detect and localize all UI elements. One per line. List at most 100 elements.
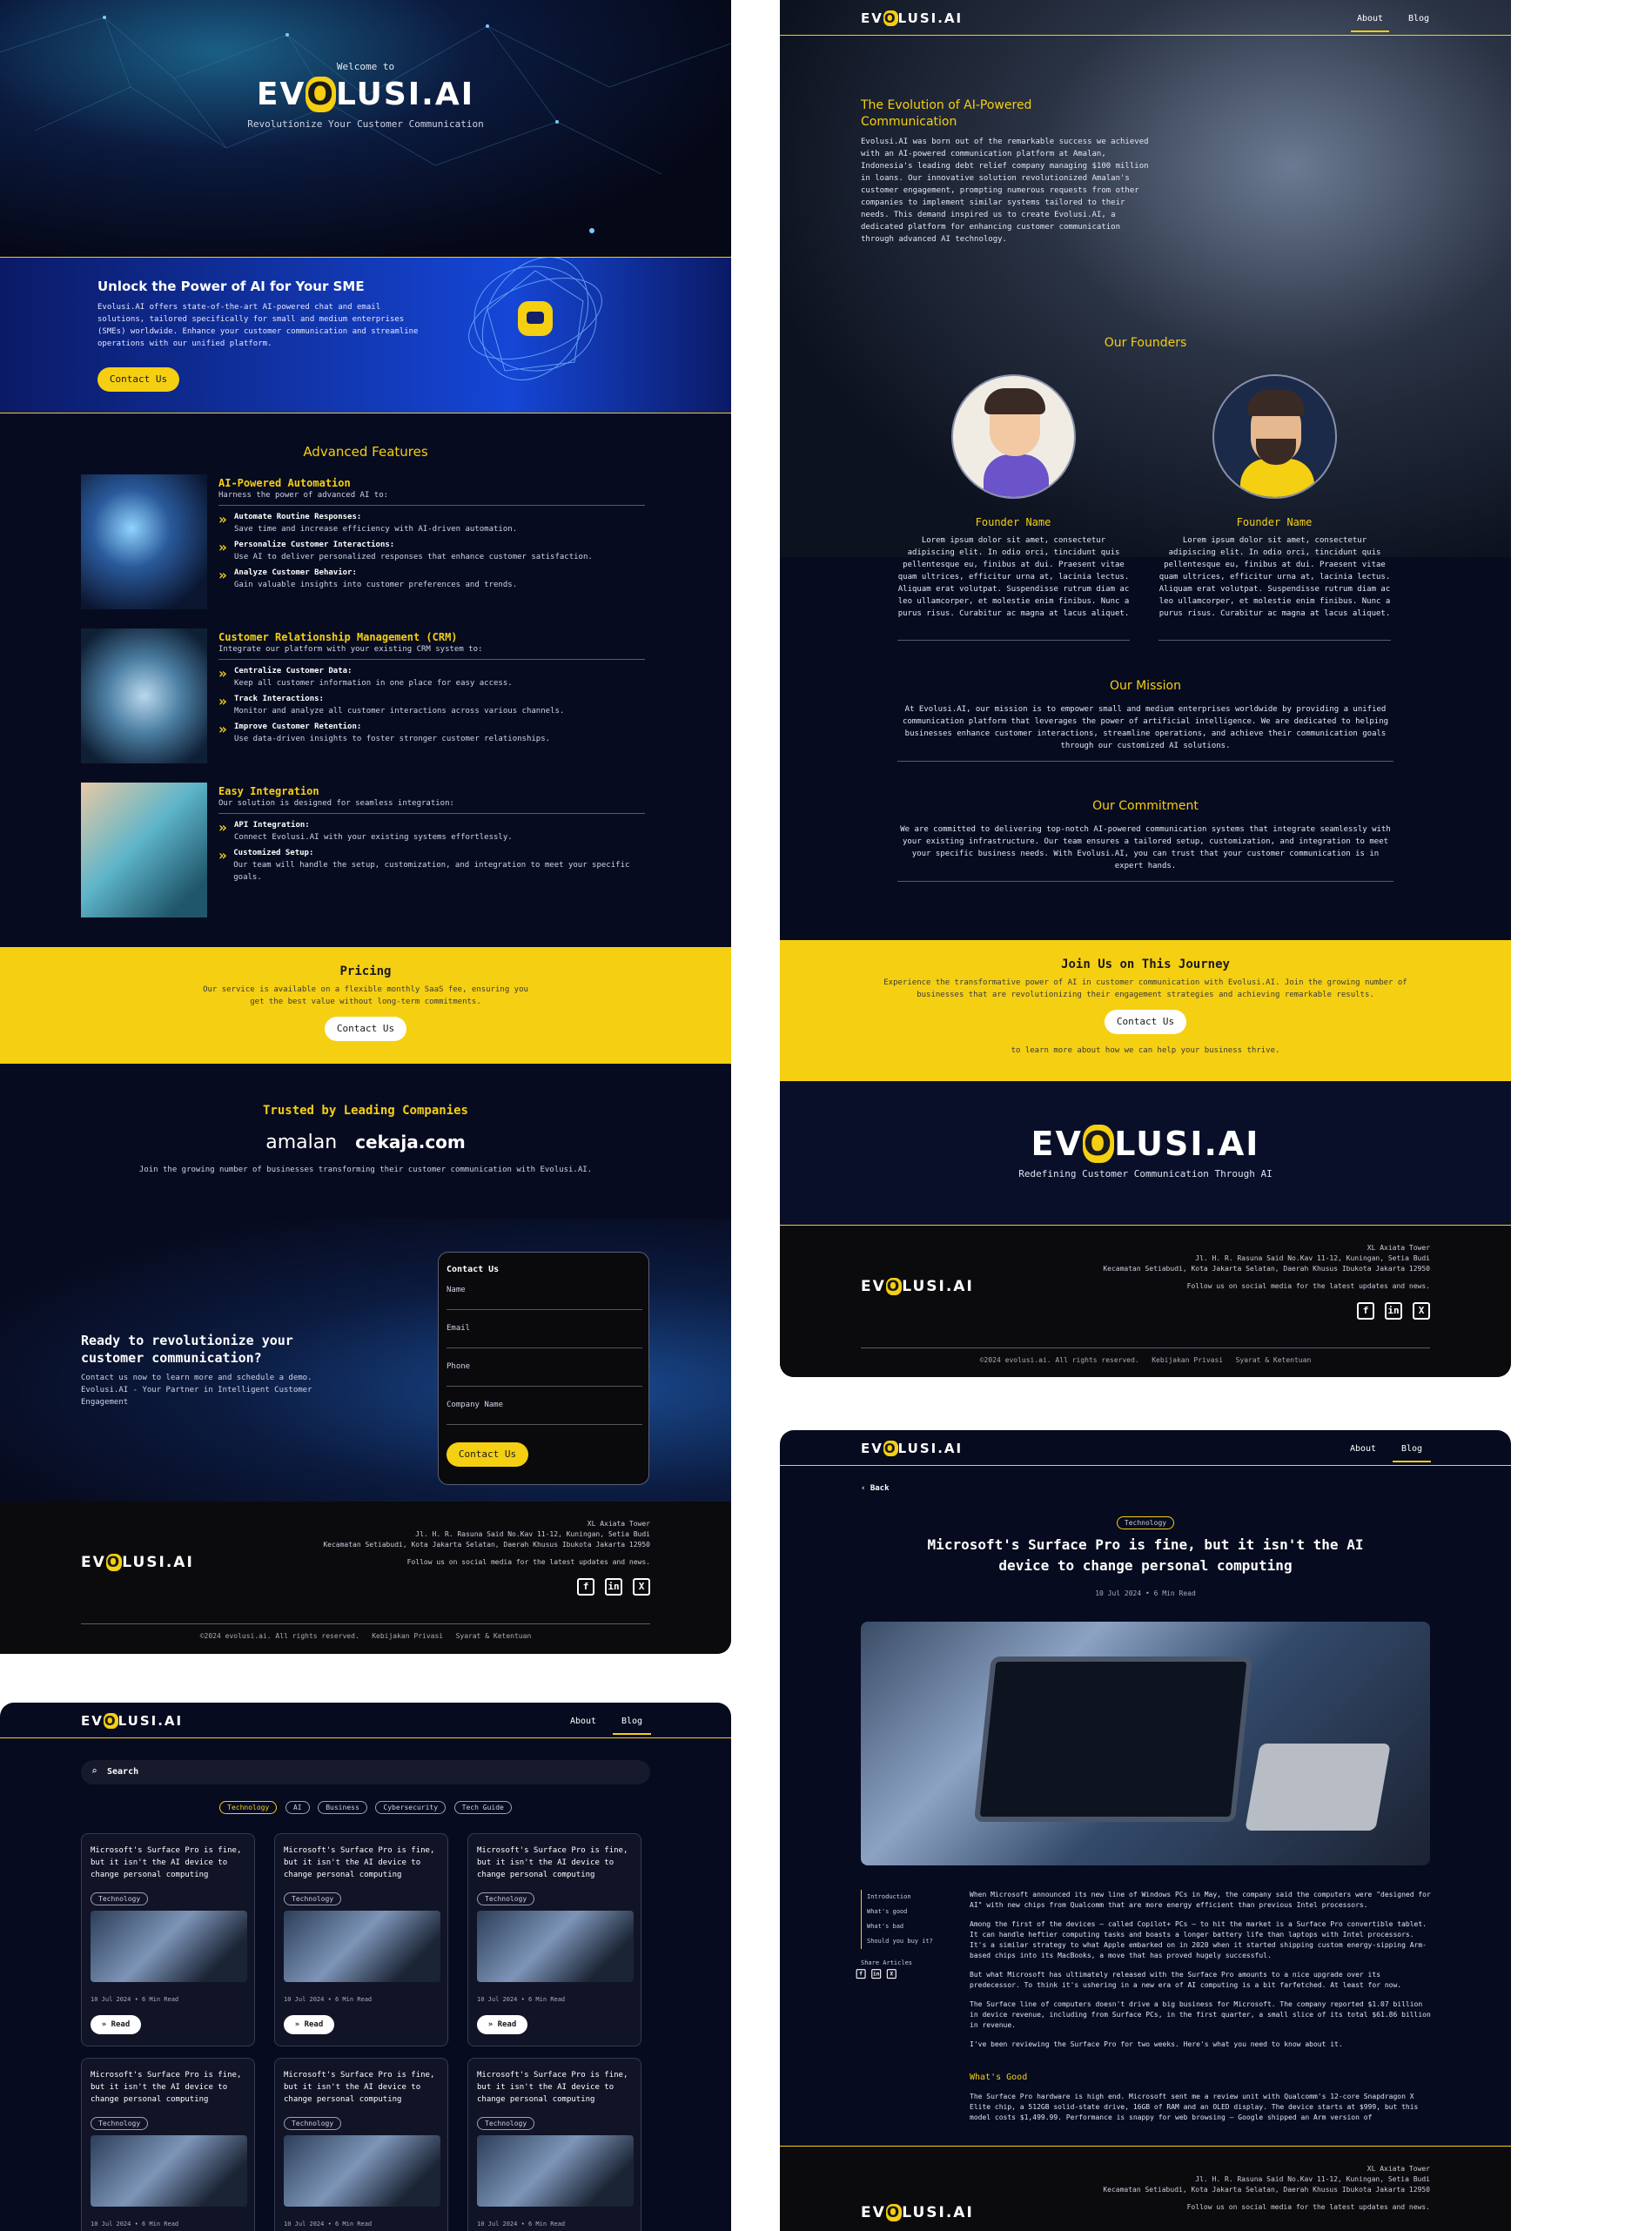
chevron-left-icon: ‹ bbox=[861, 1484, 866, 1493]
blog-card[interactable]: Microsoft's Surface Pro is fine, but it … bbox=[81, 2058, 255, 2231]
article-hero-image bbox=[861, 1622, 1430, 1865]
card-title: Microsoft's Surface Pro is fine, but it … bbox=[91, 2071, 242, 2104]
card-image bbox=[284, 1911, 440, 1982]
trusted-section: Trusted by Leading Companies amalan ceka… bbox=[0, 1104, 731, 1176]
nav-about[interactable]: About bbox=[1344, 1444, 1382, 1454]
card-tag: Technology bbox=[91, 2117, 149, 2130]
article-title: Microsoft's Surface Pro is fine, but it … bbox=[927, 1536, 1364, 1574]
search-bar[interactable]: ⌕ Search bbox=[81, 1760, 650, 1784]
back-link[interactable]: ‹ Back bbox=[861, 1484, 890, 1493]
read-button[interactable]: » Read bbox=[477, 2015, 527, 2034]
chevron-double-icon: » bbox=[218, 567, 227, 583]
join-after-text: to learn more about how we can help your… bbox=[1011, 1046, 1280, 1055]
facebook-icon[interactable]: f bbox=[856, 1969, 866, 1979]
toc-item[interactable]: Introduction bbox=[867, 1890, 957, 1905]
card-meta: 10 Jul 2024 • 6 Min Read bbox=[91, 1996, 179, 2003]
footer: EVOLUSI.AI XL Axiata Tower Jl. H. R. Rasu… bbox=[0, 1502, 731, 1654]
x-icon[interactable]: X bbox=[633, 1578, 650, 1596]
x-icon[interactable]: X bbox=[1413, 1302, 1430, 1320]
linkedin-icon[interactable]: in bbox=[605, 1578, 622, 1596]
chevron-double-icon: » bbox=[218, 693, 227, 709]
join-contact-button[interactable]: Contact Us bbox=[1105, 1010, 1186, 1034]
share-label: Share Articles bbox=[861, 1959, 913, 1966]
toc-item[interactable]: What's bad bbox=[867, 1919, 957, 1934]
chevron-double-icon: » bbox=[218, 665, 227, 682]
features-title: Advanced Features bbox=[303, 444, 428, 460]
footer-legal: ©2024 evolusi.ai. All rights reserved. K… bbox=[199, 1632, 532, 1640]
nav-blog[interactable]: Blog bbox=[1393, 1444, 1431, 1462]
card-tag: Technology bbox=[477, 1892, 535, 1905]
read-button[interactable]: » Read bbox=[91, 2015, 141, 2034]
nav-logo[interactable]: EVOLUSI.AI bbox=[81, 1713, 183, 1729]
privacy-link[interactable]: Kebijakan Privasi bbox=[1152, 1356, 1223, 1364]
email-field[interactable]: Email bbox=[447, 1322, 642, 1348]
nav-logo[interactable]: EVOLUSI.AI bbox=[861, 1441, 963, 1456]
mission-text: At Evolusi.AI, our mission is to empower… bbox=[902, 705, 1389, 750]
terms-link[interactable]: Syarat & Ketentuan bbox=[456, 1632, 532, 1640]
card-title: Microsoft's Surface Pro is fine, but it … bbox=[284, 2071, 435, 2104]
home-page: Welcome to EVOLUSI.AI Revolutionize Your… bbox=[0, 0, 731, 1654]
section-heading: What's Good bbox=[970, 2073, 1028, 2082]
toc-item[interactable]: Should you buy it? bbox=[867, 1934, 957, 1949]
tag-ai[interactable]: AI bbox=[285, 1801, 310, 1814]
nav-logo[interactable]: EVOLUSI.AI bbox=[861, 10, 963, 26]
form-submit-button[interactable]: Contact Us bbox=[447, 1442, 528, 1467]
pricing-contact-button[interactable]: Contact Us bbox=[325, 1017, 406, 1041]
feature-title: Customer Relationship Management (CRM) bbox=[218, 631, 458, 643]
card-image bbox=[477, 1911, 634, 1982]
terms-link[interactable]: Syarat & Ketentuan bbox=[1236, 1356, 1312, 1364]
blog-card[interactable]: Microsoft's Surface Pro is fine, but it … bbox=[274, 1833, 448, 2046]
read-button[interactable]: » Read bbox=[284, 2015, 334, 2034]
about-hero-bg bbox=[780, 0, 1511, 557]
unlock-section: Unlock the Power of AI for Your SME Evol… bbox=[0, 257, 731, 413]
privacy-link[interactable]: Kebijakan Privasi bbox=[372, 1632, 443, 1640]
toc-item[interactable]: What's good bbox=[867, 1905, 957, 1919]
brand-amalan-logo: amalan bbox=[265, 1132, 338, 1153]
chevron-double-icon: » bbox=[218, 511, 227, 528]
company-field[interactable]: Company Name bbox=[447, 1399, 642, 1425]
blog-card[interactable]: Microsoft's Surface Pro is fine, but it … bbox=[467, 1833, 641, 2046]
feature-sub: Harness the power of advanced AI to: bbox=[218, 491, 389, 500]
nav-about[interactable]: About bbox=[1351, 14, 1389, 32]
feature-integration: Easy Integration Our solution is designe… bbox=[218, 785, 645, 884]
card-image bbox=[284, 2135, 440, 2207]
footer-logo: EVOLUSI.AI bbox=[861, 1278, 974, 1295]
pricing-section: Pricing Our service is available on a fl… bbox=[0, 947, 731, 1064]
article-meta: 10 Jul 2024 • 6 Min Read bbox=[1095, 1589, 1196, 1597]
linkedin-icon[interactable]: in bbox=[1385, 1302, 1402, 1320]
blog-card[interactable]: Microsoft's Surface Pro is fine, but it … bbox=[81, 1833, 255, 2046]
card-title: Microsoft's Surface Pro is fine, but it … bbox=[91, 1846, 242, 1879]
nav-bar: EVOLUSI.AI About Blog bbox=[0, 1703, 731, 1738]
nav-bar: EVOLUSI.AI About Blog bbox=[780, 1430, 1511, 1466]
unlock-contact-button[interactable]: Contact Us bbox=[97, 367, 179, 392]
commitment-title: Our Commitment bbox=[1092, 799, 1199, 813]
facebook-icon[interactable]: f bbox=[1357, 1302, 1374, 1320]
linkedin-icon[interactable]: in bbox=[871, 1969, 882, 1979]
ready-title: Ready to revolutionize your customer com… bbox=[81, 1333, 293, 1366]
pricing-title: Pricing bbox=[339, 964, 392, 978]
card-title: Microsoft's Surface Pro is fine, but it … bbox=[477, 2071, 628, 2104]
founder-name: Founder Name bbox=[1236, 516, 1313, 528]
card-meta: 10 Jul 2024 • 6 Min Read bbox=[284, 2221, 373, 2228]
feature-image-automation bbox=[81, 474, 207, 609]
nav-blog[interactable]: Blog bbox=[1400, 14, 1438, 24]
nav-blog[interactable]: Blog bbox=[613, 1717, 651, 1735]
blog-card[interactable]: Microsoft's Surface Pro is fine, but it … bbox=[467, 2058, 641, 2231]
phone-field[interactable]: Phone bbox=[447, 1361, 642, 1387]
article-body: When Microsoft announced its new line of… bbox=[970, 1891, 1431, 2121]
card-tag: Technology bbox=[91, 1892, 149, 1905]
nav-about[interactable]: About bbox=[564, 1717, 602, 1726]
form-title: Contact Us bbox=[447, 1265, 500, 1274]
trusted-title: Trusted by Leading Companies bbox=[262, 1104, 468, 1118]
x-icon[interactable]: X bbox=[886, 1969, 897, 1979]
tag-business[interactable]: Business bbox=[318, 1801, 367, 1814]
name-field[interactable]: Name bbox=[447, 1284, 642, 1310]
facebook-icon[interactable]: f bbox=[577, 1578, 594, 1596]
tag-cybersecurity[interactable]: Cybersecurity bbox=[375, 1801, 447, 1814]
tag-technology[interactable]: Technology bbox=[219, 1801, 278, 1814]
about-page: EVOLUSI.AI About Blog The Evolution of A… bbox=[780, 0, 1511, 1377]
chevron-double-icon: » bbox=[218, 819, 227, 836]
blog-card[interactable]: Microsoft's Surface Pro is fine, but it … bbox=[274, 2058, 448, 2231]
tag-tech-guide[interactable]: Tech Guide bbox=[453, 1801, 512, 1814]
ai-orb-graphic bbox=[468, 258, 602, 381]
